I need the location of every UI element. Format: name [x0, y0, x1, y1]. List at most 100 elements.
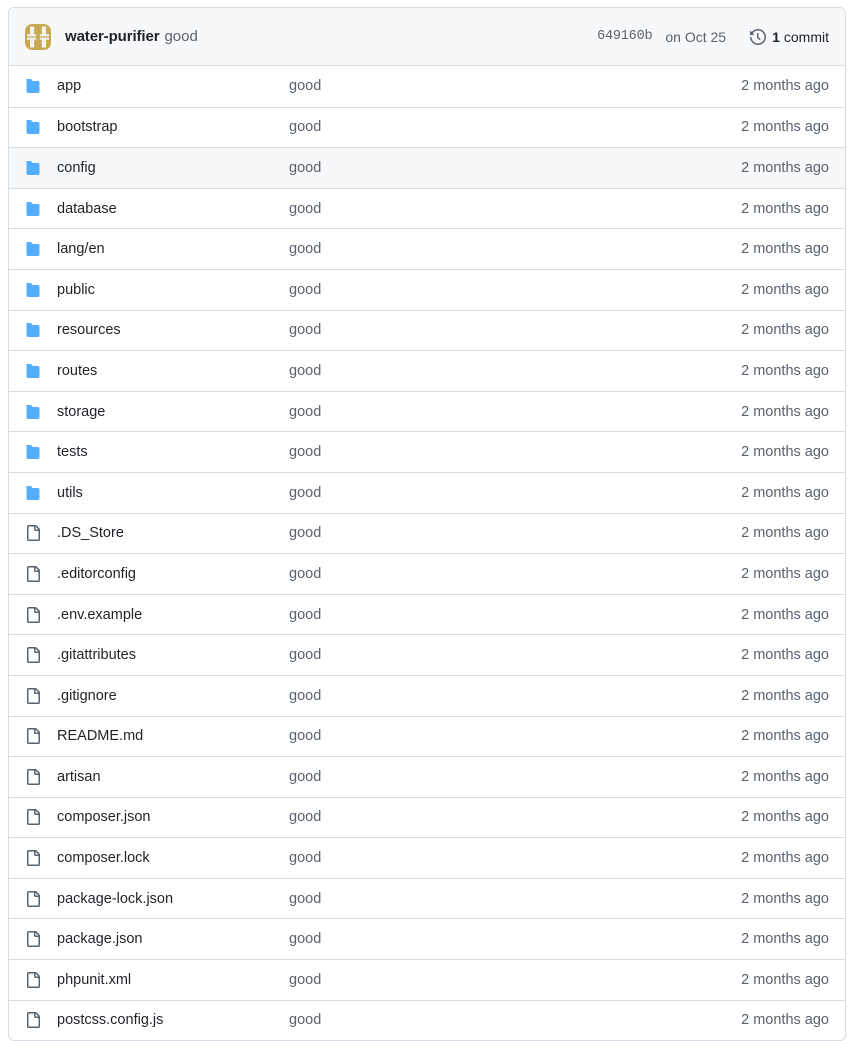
folder-icon	[25, 363, 41, 379]
row-timestamp: 2 months ago	[741, 119, 829, 136]
table-row[interactable]: utils good 2 months ago	[9, 471, 845, 513]
table-row[interactable]: database good 2 months ago	[9, 187, 845, 229]
row-commit-message[interactable]: good	[289, 160, 741, 176]
file-table: water-purifier good 649160b on Oct 25 1 …	[8, 7, 846, 1041]
row-timestamp: 2 months ago	[741, 565, 829, 582]
row-commit-message[interactable]: good	[289, 972, 741, 988]
repository-file-browser: water-purifier good 649160b on Oct 25 1 …	[0, 0, 854, 1041]
row-name-link[interactable]: utils	[57, 485, 289, 501]
latest-commit-header: water-purifier good 649160b on Oct 25 1 …	[9, 8, 845, 66]
row-commit-message[interactable]: good	[289, 647, 741, 663]
table-row[interactable]: bootstrap good 2 months ago	[9, 106, 845, 148]
row-name-link[interactable]: tests	[57, 444, 289, 460]
row-commit-message[interactable]: good	[289, 931, 741, 947]
row-name-link[interactable]: README.md	[57, 728, 289, 744]
row-name-link[interactable]: .DS_Store	[57, 525, 289, 541]
row-name-link[interactable]: postcss.config.js	[57, 1012, 289, 1028]
row-name-link[interactable]: package.json	[57, 931, 289, 947]
row-timestamp: 2 months ago	[741, 322, 829, 339]
folder-icon	[25, 201, 41, 217]
row-commit-message[interactable]: good	[289, 404, 741, 420]
table-row[interactable]: package-lock.json good 2 months ago	[9, 877, 845, 919]
row-commit-message[interactable]: good	[289, 688, 741, 704]
table-row[interactable]: .editorconfig good 2 months ago	[9, 553, 845, 594]
table-row[interactable]: package.json good 2 months ago	[9, 918, 845, 960]
folder-icon	[25, 282, 41, 298]
row-commit-message[interactable]: good	[289, 444, 741, 460]
table-row[interactable]: app good 2 months ago	[9, 66, 845, 107]
row-name-link[interactable]: public	[57, 282, 289, 298]
row-name-link[interactable]: composer.json	[57, 809, 289, 825]
folder-icon	[25, 119, 41, 135]
row-timestamp: 2 months ago	[741, 931, 829, 948]
table-row[interactable]: postcss.config.js good 2 months ago	[9, 999, 845, 1041]
row-timestamp: 2 months ago	[741, 728, 829, 745]
row-name-link[interactable]: config	[57, 160, 289, 176]
row-timestamp: 2 months ago	[741, 1012, 829, 1029]
table-row[interactable]: .env.example good 2 months ago	[9, 593, 845, 635]
row-commit-message[interactable]: good	[289, 322, 741, 338]
row-commit-message[interactable]: good	[289, 891, 741, 907]
row-commit-message[interactable]: good	[289, 363, 741, 379]
commit-message[interactable]: good	[164, 28, 197, 45]
row-timestamp: 2 months ago	[741, 241, 829, 258]
file-rows-container: app good 2 months ago bootstrap good 2 months…	[9, 66, 845, 1041]
table-row[interactable]: config good 2 months ago	[9, 147, 845, 188]
file-icon	[25, 1012, 41, 1029]
row-name-link[interactable]: app	[57, 78, 289, 94]
table-row[interactable]: .DS_Store good 2 months ago	[9, 512, 845, 554]
commit-author-name[interactable]: water-purifier	[65, 28, 160, 45]
row-commit-message[interactable]: good	[289, 850, 741, 866]
table-row[interactable]: public good 2 months ago	[9, 268, 845, 310]
row-name-link[interactable]: bootstrap	[57, 119, 289, 135]
folder-icon	[25, 241, 41, 257]
row-commit-message[interactable]: good	[289, 282, 741, 298]
row-name-link[interactable]: composer.lock	[57, 850, 289, 866]
file-icon	[25, 890, 41, 907]
row-name-link[interactable]: lang/en	[57, 241, 289, 257]
row-name-link[interactable]: .gitignore	[57, 688, 289, 704]
file-icon	[25, 768, 41, 785]
row-name-link[interactable]: routes	[57, 363, 289, 379]
table-row[interactable]: lang/en good 2 months ago	[9, 228, 845, 269]
row-name-link[interactable]: package-lock.json	[57, 891, 289, 907]
row-commit-message[interactable]: good	[289, 78, 741, 94]
row-commit-message[interactable]: good	[289, 809, 741, 825]
table-row[interactable]: resources good 2 months ago	[9, 309, 845, 351]
row-timestamp: 2 months ago	[741, 281, 829, 298]
row-commit-message[interactable]: good	[289, 566, 741, 582]
row-commit-message[interactable]: good	[289, 607, 741, 623]
row-name-link[interactable]: database	[57, 201, 289, 217]
row-timestamp: 2 months ago	[741, 890, 829, 907]
row-commit-message[interactable]: good	[289, 728, 741, 744]
row-name-link[interactable]: resources	[57, 322, 289, 338]
table-row[interactable]: phpunit.xml good 2 months ago	[9, 959, 845, 1000]
row-name-link[interactable]: phpunit.xml	[57, 972, 289, 988]
row-commit-message[interactable]: good	[289, 485, 741, 501]
identicon-avatar[interactable]	[25, 23, 51, 50]
table-row[interactable]: README.md good 2 months ago	[9, 715, 845, 757]
row-name-link[interactable]: storage	[57, 404, 289, 420]
table-row[interactable]: artisan good 2 months ago	[9, 756, 845, 797]
row-name-link[interactable]: .env.example	[57, 607, 289, 623]
folder-icon	[25, 485, 41, 501]
row-commit-message[interactable]: good	[289, 1012, 741, 1028]
row-commit-message[interactable]: good	[289, 769, 741, 785]
row-name-link[interactable]: .editorconfig	[57, 566, 289, 582]
row-commit-message[interactable]: good	[289, 525, 741, 541]
commit-sha[interactable]: 649160b	[597, 29, 653, 44]
table-row[interactable]: composer.json good 2 months ago	[9, 796, 845, 838]
file-icon	[25, 850, 41, 867]
table-row[interactable]: tests good 2 months ago	[9, 431, 845, 472]
row-name-link[interactable]: .gitattributes	[57, 647, 289, 663]
table-row[interactable]: .gitignore good 2 months ago	[9, 674, 845, 716]
table-row[interactable]: storage good 2 months ago	[9, 390, 845, 432]
row-name-link[interactable]: artisan	[57, 769, 289, 785]
row-commit-message[interactable]: good	[289, 201, 741, 217]
table-row[interactable]: .gitattributes good 2 months ago	[9, 634, 845, 675]
commit-count-link[interactable]: 1 commit	[750, 29, 829, 45]
row-commit-message[interactable]: good	[289, 119, 741, 135]
table-row[interactable]: routes good 2 months ago	[9, 350, 845, 391]
table-row[interactable]: composer.lock good 2 months ago	[9, 837, 845, 878]
row-commit-message[interactable]: good	[289, 241, 741, 257]
